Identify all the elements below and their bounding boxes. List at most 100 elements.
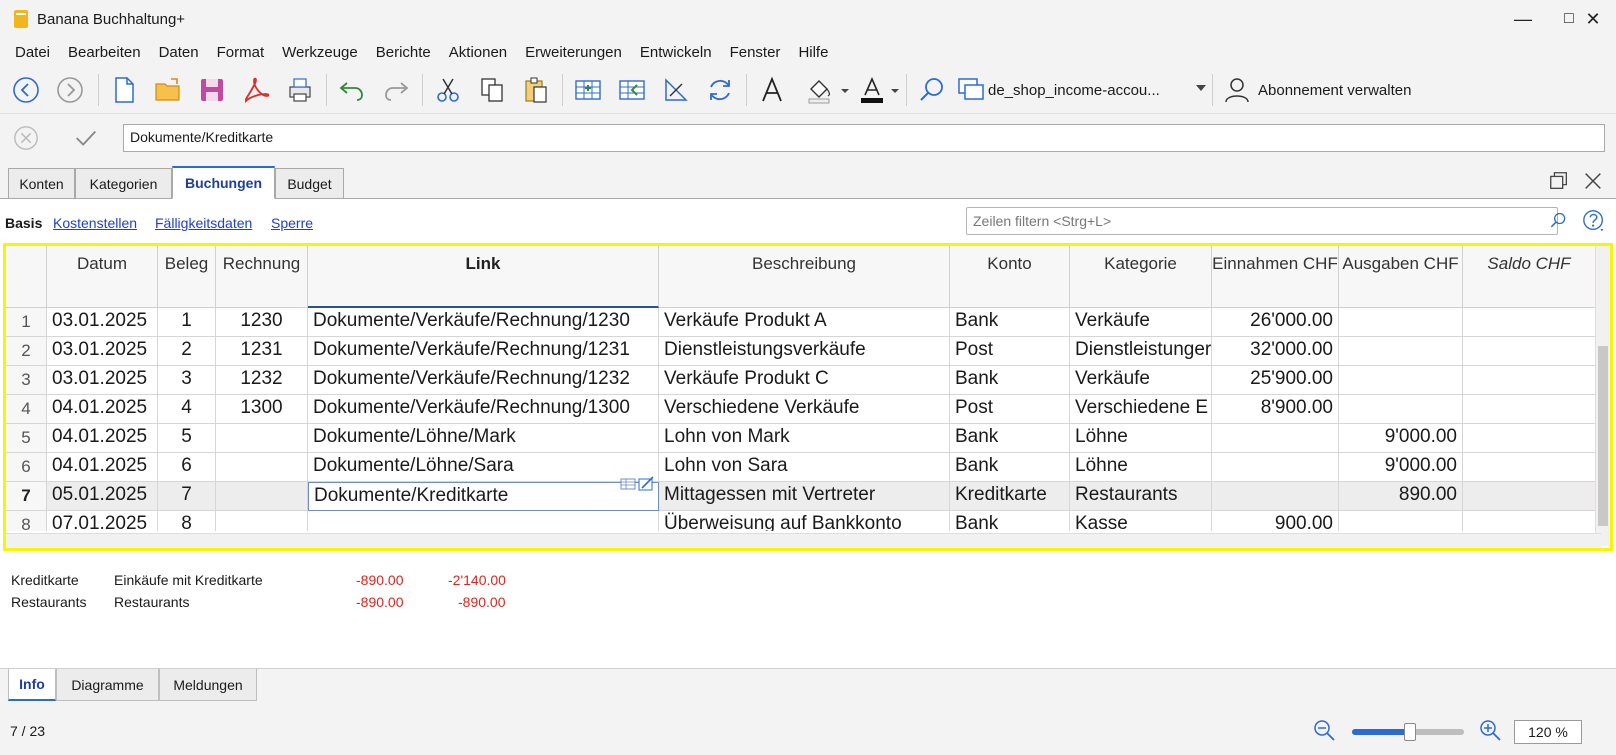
menu-bearbeiten[interactable]: Bearbeiten	[59, 44, 150, 61]
cell-ausgaben[interactable]: 890.00	[1339, 482, 1463, 511]
cell-konto[interactable]: Bank	[950, 424, 1070, 453]
header-saldo[interactable]: Saldo CHF	[1463, 246, 1596, 308]
table-row[interactable]: 2 03.01.2025 2 1231 Dokumente/Verkäufe/R…	[6, 337, 1596, 366]
header-link[interactable]: Link	[308, 246, 659, 308]
view-sperre[interactable]: Sperre	[271, 215, 313, 231]
link-edit-icon[interactable]	[620, 476, 656, 492]
geometry-icon[interactable]	[658, 72, 694, 108]
cell-beleg[interactable]: 4	[158, 395, 216, 424]
search-icon[interactable]	[914, 72, 950, 108]
vertical-scroll-thumb[interactable]	[1598, 346, 1608, 526]
recalculate-icon[interactable]	[702, 72, 738, 108]
zoom-in-icon[interactable]	[1478, 718, 1502, 742]
tab-kategorien[interactable]: Kategorien	[75, 168, 172, 199]
cell-rechnung[interactable]	[216, 424, 308, 453]
header-beleg[interactable]: Beleg	[158, 246, 216, 308]
cell-datum[interactable]: 07.01.2025	[47, 511, 158, 531]
cell-konto[interactable]: Post	[950, 337, 1070, 366]
zoom-slider[interactable]	[1352, 723, 1464, 741]
cell-kategorie[interactable]: Kasse	[1070, 511, 1212, 531]
cell-konto[interactable]: Kreditkarte	[950, 482, 1070, 511]
cell-konto[interactable]: Bank	[950, 511, 1070, 531]
cell-ausgaben[interactable]	[1339, 395, 1463, 424]
cell-beleg[interactable]: 2	[158, 337, 216, 366]
font-icon[interactable]	[754, 72, 790, 108]
cell-ausgaben[interactable]	[1339, 337, 1463, 366]
view-kostenstellen[interactable]: Kostenstellen	[53, 215, 137, 231]
zoom-level[interactable]: 120 %	[1514, 720, 1582, 744]
cell-konto[interactable]: Bank	[950, 453, 1070, 482]
cell-rechnung[interactable]: 1232	[216, 366, 308, 395]
cell-kategorie[interactable]: Restaurants	[1070, 482, 1212, 511]
cell-beleg[interactable]: 5	[158, 424, 216, 453]
cell-einnahmen[interactable]	[1212, 424, 1339, 453]
cell-editor-input[interactable]: Dokumente/Kreditkarte	[123, 124, 1605, 152]
cell-rechnung[interactable]: 1231	[216, 337, 308, 366]
fill-color-dropdown-icon[interactable]	[838, 72, 852, 108]
cell-kategorie[interactable]: Verkäufe	[1070, 308, 1212, 337]
zoom-out-icon[interactable]	[1312, 718, 1336, 742]
table-row-selected[interactable]: 7 05.01.2025 7 Dokumente/Kreditkarte Mit…	[6, 476, 1596, 511]
open-folder-icon[interactable]	[150, 72, 186, 108]
cell-einnahmen[interactable]: 25'900.00	[1212, 366, 1339, 395]
cell-beschreibung[interactable]: Verkäufe Produkt C	[659, 366, 950, 395]
cell-link-current[interactable]: Dokumente/Kreditkarte	[308, 482, 659, 511]
restore-panel-icon[interactable]	[1548, 170, 1570, 192]
cell-ausgaben[interactable]	[1339, 308, 1463, 337]
cell-datum[interactable]: 03.01.2025	[47, 337, 158, 366]
insert-column-icon[interactable]	[614, 72, 650, 108]
cell-kategorie[interactable]: Verkäufe	[1070, 366, 1212, 395]
cell-link[interactable]: Dokumente/Löhne/Sara	[308, 453, 659, 482]
back-icon[interactable]	[8, 72, 44, 108]
cell-beschreibung[interactable]: Überweisung auf Bankkonto	[659, 511, 950, 531]
cell-rechnung[interactable]: 1230	[216, 308, 308, 337]
forward-icon[interactable]	[52, 72, 88, 108]
paste-icon[interactable]	[518, 72, 554, 108]
cell-beleg[interactable]: 8	[158, 511, 216, 531]
menu-hilfe[interactable]: Hilfe	[789, 44, 837, 61]
table-row[interactable]: 1 03.01.2025 1 1230 Dokumente/Verkäufe/R…	[6, 308, 1596, 337]
tab-meldungen[interactable]: Meldungen	[159, 669, 257, 701]
menu-entwickeln[interactable]: Entwickeln	[631, 44, 721, 61]
chevron-down-icon[interactable]	[1196, 85, 1206, 91]
cell-datum[interactable]: 03.01.2025	[47, 366, 158, 395]
filter-input[interactable]: Zeilen filtern <Strg+L>	[966, 207, 1558, 235]
header-einnahmen[interactable]: Einnahmen CHF	[1212, 246, 1339, 308]
redo-icon[interactable]	[378, 72, 414, 108]
tab-info[interactable]: Info	[8, 669, 56, 701]
undo-icon[interactable]	[334, 72, 370, 108]
cell-konto[interactable]: Bank	[950, 366, 1070, 395]
menu-format[interactable]: Format	[208, 44, 274, 61]
menu-berichte[interactable]: Berichte	[367, 44, 440, 61]
file-selector[interactable]: de_shop_income-accou...	[958, 76, 1206, 104]
cell-beschreibung[interactable]: Mittagessen mit Vertreter	[659, 482, 950, 511]
cell-kategorie[interactable]: Löhne	[1070, 424, 1212, 453]
fill-color-icon[interactable]	[802, 72, 838, 108]
cell-einnahmen[interactable]: 26'000.00	[1212, 308, 1339, 337]
menu-werkzeuge[interactable]: Werkzeuge	[273, 44, 367, 61]
header-konto[interactable]: Konto	[950, 246, 1070, 308]
header-ausgaben[interactable]: Ausgaben CHF	[1339, 246, 1463, 308]
zoom-slider-handle[interactable]	[1404, 723, 1417, 741]
confirm-edit-icon[interactable]	[72, 124, 100, 152]
pdf-icon[interactable]	[238, 72, 274, 108]
cell-link[interactable]: Dokumente/Verkäufe/Rechnung/1300	[308, 395, 659, 424]
cell-link[interactable]: Dokumente/Verkäufe/Rechnung/1230	[308, 308, 659, 337]
cancel-edit-icon[interactable]	[12, 124, 40, 152]
cell-einnahmen[interactable]: 8'900.00	[1212, 395, 1339, 424]
text-color-icon[interactable]	[854, 72, 890, 108]
cell-datum[interactable]: 04.01.2025	[47, 395, 158, 424]
new-file-icon[interactable]	[106, 72, 142, 108]
table-row[interactable]: 6 04.01.2025 6 Dokumente/Löhne/Sara Lohn…	[6, 453, 1596, 482]
cell-link[interactable]: Dokumente/Verkäufe/Rechnung/1231	[308, 337, 659, 366]
cell-einnahmen[interactable]	[1212, 453, 1339, 482]
cell-ausgaben[interactable]: 9'000.00	[1339, 424, 1463, 453]
cell-rechnung[interactable]	[216, 511, 308, 531]
table-row[interactable]: 5 04.01.2025 5 Dokumente/Löhne/Mark Lohn…	[6, 424, 1596, 453]
cell-link[interactable]	[308, 511, 659, 531]
header-datum[interactable]: Datum	[47, 246, 158, 308]
cell-beleg[interactable]: 7	[158, 482, 216, 511]
filter-search-icon[interactable]	[1548, 211, 1568, 231]
vertical-scrollbar[interactable]	[1595, 246, 1610, 546]
print-preview-icon[interactable]	[282, 72, 318, 108]
